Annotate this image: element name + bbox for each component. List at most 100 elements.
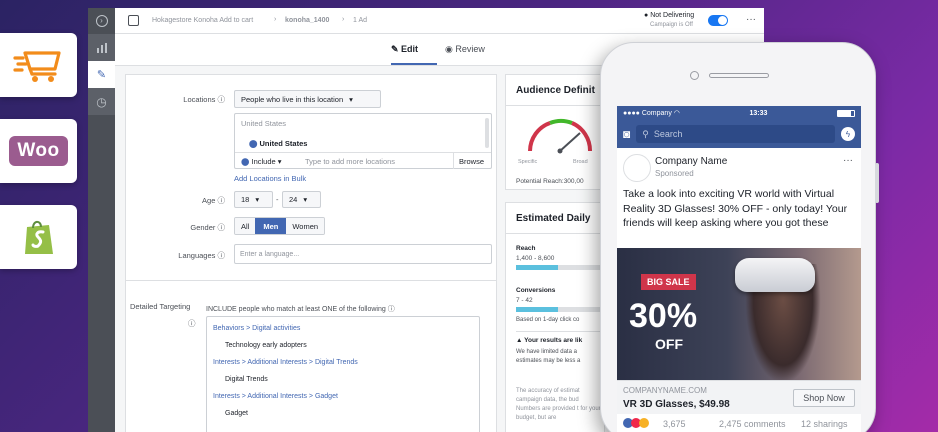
facebook-search-bar[interactable]: ⚲ Search — [636, 125, 835, 143]
phone-side-button — [875, 163, 879, 203]
rail-item-edit[interactable]: ✎ — [88, 61, 115, 88]
arrow-right-circle-icon: › — [95, 15, 108, 27]
pencil-icon: ✎ — [96, 69, 107, 81]
delivery-substatus: Campaign is Off — [650, 22, 693, 28]
accuracy-text: The accuracy of estimat campaign data, t… — [516, 388, 601, 421]
top-bar: Hokagestore Konoha Add to cart › konoha_… — [88, 8, 764, 34]
tab-review[interactable]: ◉ Review — [445, 44, 485, 55]
audience-gauge — [528, 118, 593, 154]
shop-now-button[interactable]: Shop Now — [793, 389, 855, 407]
chevron-right-icon: › — [342, 16, 345, 23]
status-bar: ●●●● Company ◠ 13:33 — [617, 106, 861, 120]
gender-men-button[interactable]: Men — [255, 218, 287, 234]
estimate-basis: Based on 1-day click co — [516, 317, 580, 323]
post-text: Take a look into exciting VR world with … — [623, 188, 848, 229]
comment-count[interactable]: 2,475 comments — [719, 419, 786, 429]
tab-review-label: Review — [455, 44, 485, 54]
clock-time: 13:33 — [749, 109, 768, 117]
browse-button[interactable]: Browse — [453, 153, 491, 169]
phone-camera — [690, 71, 699, 80]
gender-all-button[interactable]: All — [235, 218, 256, 234]
engagement-row: 3,675 2,475 comments 12 sharings — [617, 416, 861, 432]
sale-off: OFF — [655, 336, 683, 352]
estimated-daily-panel: Estimated Daily Reach 1,400 - 8,600 Conv… — [505, 202, 605, 432]
breadcrumb-campaign[interactable]: Hokagestore Konoha Add to cart — [152, 17, 253, 24]
location-pin-icon: ⬤ — [241, 157, 250, 166]
audience-title: Audience Definit — [516, 85, 595, 96]
conversions-value: 7 - 42 — [516, 297, 533, 304]
audience-definition-panel: Audience Definit Specific Broad Potentia… — [505, 74, 605, 190]
facebook-header: ◙ ⚲ Search ϟ — [617, 120, 861, 148]
age-separator: - — [276, 195, 279, 204]
campaign-toggle[interactable] — [708, 15, 728, 26]
targeting-item: Gadget — [225, 410, 248, 417]
locations-scrollbar[interactable] — [485, 118, 489, 148]
gender-women-button[interactable]: Women — [286, 218, 325, 234]
targeting-path[interactable]: Interests > Additional Interests > Gadge… — [213, 393, 338, 400]
reach-value: 1,400 - 8,600 — [516, 255, 555, 262]
targeting-path[interactable]: Interests > Additional Interests > Digit… — [213, 359, 358, 366]
detailed-targeting-desc: INCLUDE people who match at least ONE of… — [206, 306, 395, 313]
reaction-count[interactable]: 3,675 — [663, 419, 686, 429]
age-max-select[interactable]: 24 ▾ — [282, 191, 321, 208]
caret-down-icon: ▾ — [303, 195, 308, 204]
conversions-label: Conversions — [516, 287, 556, 294]
languages-label: Languages ⓘ — [178, 251, 225, 260]
locations-type-select[interactable]: People who live in this location ▾ — [234, 90, 381, 108]
gauge-broad-label: Broad — [573, 159, 588, 165]
haha-icon — [639, 418, 649, 428]
rail-item-reports[interactable] — [88, 34, 115, 61]
targeting-path[interactable]: Behaviors > Digital activities — [213, 325, 300, 332]
age-min-select[interactable]: 18 ▾ — [234, 191, 273, 208]
divider — [516, 331, 604, 332]
panel-toggle-icon[interactable] — [128, 15, 139, 26]
page-name[interactable]: Company Name — [655, 156, 727, 167]
ad-image[interactable]: BIG SALE 30% OFF — [617, 248, 861, 380]
targeting-item: Technology early adopters — [225, 342, 307, 349]
locations-box: United States ⬤ United States ⬤ Include … — [234, 113, 492, 169]
chevron-right-icon: › — [274, 16, 277, 23]
shopping-cart-icon — [12, 51, 61, 82]
panel-divider — [506, 105, 604, 106]
shopify-bag-icon — [24, 220, 53, 254]
cart-app-tile[interactable] — [0, 33, 77, 97]
caret-down-icon: ▾ — [255, 195, 260, 204]
link-preview[interactable]: COMPANYNAME.COM VR 3D Glasses, $49.98 Sh… — [617, 380, 861, 414]
reach-label: Reach — [516, 245, 536, 252]
camera-icon[interactable]: ◙ — [623, 127, 630, 141]
add-locations-bulk-link[interactable]: Add Locations in Bulk — [234, 174, 306, 183]
country-item[interactable]: ⬤ United States — [249, 139, 307, 148]
product-title: VR 3D Glasses, $49.98 — [623, 399, 730, 410]
breadcrumb-adset[interactable]: konoha_1400 — [285, 17, 329, 24]
reaction-icons[interactable] — [623, 418, 649, 430]
include-row: ⬤ Include ▾ Type to add more locations B… — [235, 152, 491, 169]
messenger-icon[interactable]: ϟ — [841, 127, 855, 141]
language-placeholder: Enter a language... — [240, 251, 300, 258]
breadcrumb-ad[interactable]: 1 Ad — [353, 17, 367, 24]
link-domain: COMPANYNAME.COM — [623, 386, 707, 395]
potential-reach: Potential Reach:300,00 — [516, 178, 584, 185]
woocommerce-logo: Woo — [9, 136, 68, 166]
targeting-form: Locations ⓘ People who live in this loca… — [125, 74, 497, 432]
gender-label: Gender ⓘ — [190, 223, 225, 232]
location-pin-icon: ⬤ — [249, 139, 258, 148]
more-options-icon[interactable]: ··· — [746, 14, 756, 25]
include-select[interactable]: ⬤ Include ▾ — [241, 157, 282, 166]
woocommerce-app-tile[interactable]: Woo — [0, 119, 77, 183]
post-options-icon[interactable]: ··· — [843, 155, 853, 166]
targeting-item: Digital Trends — [225, 376, 268, 383]
sale-tag: BIG SALE — [641, 274, 696, 290]
warning-text: We have limited data a estimates may be … — [516, 349, 581, 364]
warning-icon: ▲ — [516, 337, 523, 344]
share-count[interactable]: 12 sharings — [801, 419, 848, 429]
info-icon: ⓘ — [188, 319, 196, 328]
page-avatar[interactable] — [623, 154, 651, 182]
tab-edit[interactable]: ✎ Edit — [391, 44, 418, 55]
rail-item-expand[interactable]: › — [88, 8, 115, 34]
rail-item-history[interactable]: ◷ — [88, 88, 115, 115]
shopify-app-tile[interactable] — [0, 205, 77, 269]
conversions-bar — [516, 307, 600, 312]
eye-icon: ◉ — [445, 44, 453, 54]
location-input[interactable]: Type to add more locations — [305, 157, 395, 166]
language-input[interactable]: Enter a language... — [234, 244, 492, 264]
